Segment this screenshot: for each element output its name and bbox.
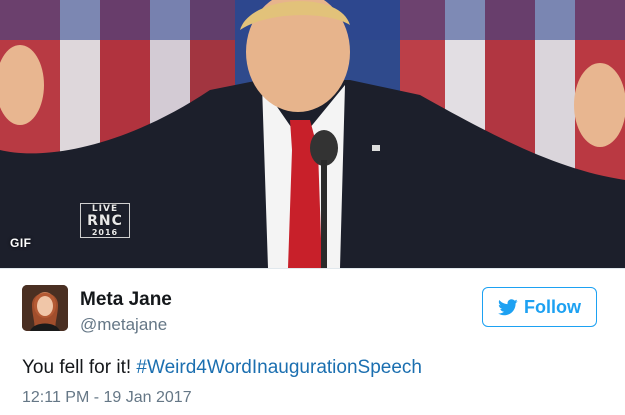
tweet-timestamp[interactable]: 12:11 PM - 19 Jan 2017: [22, 389, 192, 407]
badge-year: 2016: [80, 228, 130, 238]
follow-label: Follow: [524, 296, 581, 317]
hashtag-link[interactable]: #Weird4WordInaugurationSpeech: [136, 357, 422, 378]
tweet-text: You fell for it! #Weird4WordInauguration…: [22, 357, 612, 379]
gif-badge: GIF: [10, 236, 32, 250]
follow-button[interactable]: Follow: [482, 287, 597, 327]
twitter-bird-icon: [498, 298, 518, 315]
tweet-body: You fell for it!: [22, 357, 137, 378]
broadcast-badge: LIVE RNC 2016: [80, 203, 130, 238]
profile-photo-icon: [22, 285, 68, 331]
gif-media[interactable]: LIVE RNC 2016 GIF: [0, 0, 625, 268]
tweet-card: Meta Jane @metajane Follow You fell for …: [0, 268, 625, 415]
author-name[interactable]: Meta Jane: [80, 289, 172, 311]
badge-rnc: RNC: [80, 214, 130, 228]
author-handle[interactable]: @metajane: [80, 315, 167, 335]
avatar[interactable]: [22, 285, 68, 331]
